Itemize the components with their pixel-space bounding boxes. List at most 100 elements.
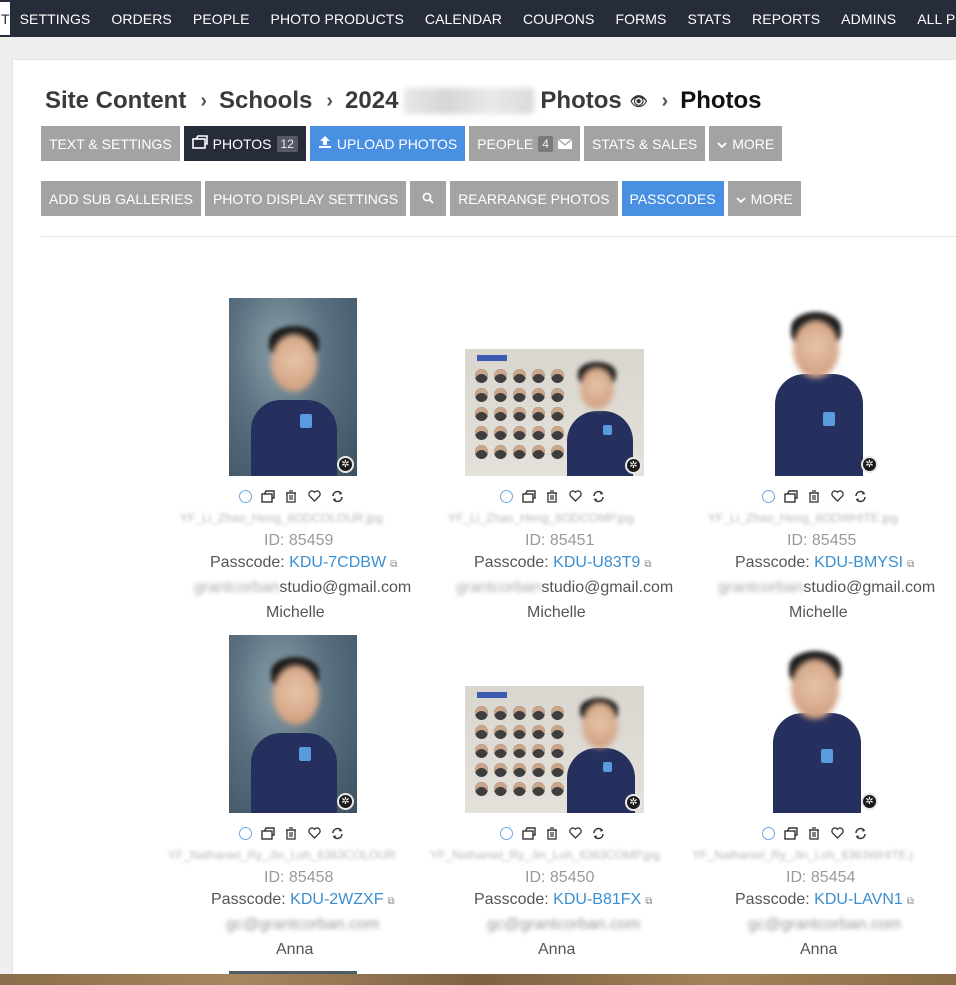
passcode-link[interactable]: KDU-BMYSI [814,554,903,571]
upload-photos-button[interactable]: UPLOAD PHOTOS [309,126,466,161]
photo-filename: YF_Li_Zhao_Heng_6ODCOMP.jpg [448,511,634,525]
chevron-right-icon: › [326,89,334,112]
select-radio[interactable] [239,826,252,840]
trash-icon[interactable] [807,489,821,503]
photos-icon[interactable] [261,489,275,503]
email-line: grantcorbanstudio@gmail.com [194,579,411,597]
heart-icon[interactable] [830,489,844,503]
external-link-icon[interactable]: ⧉ [390,559,397,570]
breadcrumb-year[interactable]: 2024 [345,87,398,115]
passcode-link[interactable]: KDU-7CDBW [289,554,386,571]
heart-icon[interactable] [307,489,321,503]
passcode-label: Passcode: [474,891,549,908]
nav-item-forms[interactable]: FORMS [615,11,666,27]
people-button[interactable]: PEOPLE 4 [469,126,580,161]
nav-item-people[interactable]: PEOPLE [193,11,250,27]
select-radio[interactable] [500,489,513,503]
heart-icon[interactable] [830,826,844,840]
photo-filename: YF_Nathaniel_Ry_Jin_Loh_6363COMP.jpg [430,848,660,862]
select-radio[interactable] [762,826,775,840]
breadcrumb-site-content[interactable]: Site Content [45,87,186,115]
external-link-icon[interactable]: ⧉ [907,896,914,907]
refresh-icon[interactable] [330,826,344,840]
refresh-icon[interactable] [591,826,605,840]
person-name: Michelle [266,604,325,621]
external-link-icon[interactable]: ⧉ [645,896,652,907]
photo-actions [762,489,867,503]
nav-item-current[interactable]: T [0,2,10,35]
passcode-label: Passcode: [735,891,810,908]
nav-item-coupons[interactable]: COUPONS [523,11,595,27]
trash-icon[interactable] [545,826,559,840]
select-radio[interactable] [762,489,775,503]
passcode-link[interactable]: KDU-LAVN1 [814,891,903,908]
photos-icon[interactable] [522,489,536,503]
nav-item-orders[interactable]: ORDERS [111,11,172,27]
passcode-link[interactable]: KDU-B81FX [553,891,641,908]
breadcrumb-schools[interactable]: Schools [219,87,312,115]
add-sub-galleries-button[interactable]: ADD SUB GALLERIES [41,181,201,216]
photos-icon[interactable] [261,826,275,840]
passcode-line: Passcode: KDU-LAVN1 ⧉ [735,891,914,909]
rearrange-photos-button[interactable]: REARRANGE PHOTOS [450,181,618,216]
photo-thumbnail[interactable]: ✲ [229,298,357,476]
photos-icon[interactable] [522,826,536,840]
stats-sales-label: STATS & SALES [591,135,698,152]
search-icon [422,191,434,207]
nav-item-calendar[interactable]: CALENDAR [425,11,502,27]
external-link-icon[interactable]: ⧉ [644,559,651,570]
photos-icon[interactable] [784,826,798,840]
nav-item-all-photos[interactable]: ALL PHOTOS [917,11,956,27]
photo-thumbnail[interactable]: ✲ [465,349,644,476]
text-settings-button[interactable]: TEXT & SETTINGS [41,126,180,161]
passcodes-label: PASSCODES [629,190,716,207]
photo-thumbnail[interactable]: ✲ [753,635,881,813]
nav-item-reports[interactable]: REPORTS [752,11,820,27]
more-dropdown-button[interactable]: MORE [709,126,783,161]
photo-thumbnail[interactable]: ✲ [753,298,881,476]
photo-thumbnail[interactable]: ✲ [229,635,357,813]
desktop-background [0,974,956,985]
redacted-email-prefix: grantcorban [718,579,804,596]
top-nav: T SETTINGS ORDERS PEOPLE PHOTO PRODUCTS … [0,0,956,37]
passcodes-button[interactable]: PASSCODES [621,181,724,216]
breadcrumb-gallery[interactable]: Photos [540,87,621,115]
trash-icon[interactable] [545,489,559,503]
select-radio[interactable] [239,489,252,503]
heart-icon[interactable] [307,826,321,840]
passcode-label: Passcode: [474,554,549,571]
refresh-icon[interactable] [853,489,867,503]
photos-button[interactable]: PHOTOS 12 [183,126,306,161]
refresh-icon[interactable] [591,489,605,503]
heart-icon[interactable] [568,489,582,503]
select-radio[interactable] [500,826,513,840]
chevron-right-icon: › [661,89,669,112]
envelope-icon [557,136,573,152]
eye-icon[interactable]: 👁 [630,93,648,110]
refresh-icon[interactable] [853,826,867,840]
aperture-icon: ✲ [337,456,354,473]
nav-item-settings[interactable]: SETTINGS [20,11,91,27]
nav-item-admins[interactable]: ADMINS [841,11,896,27]
refresh-icon[interactable] [330,489,344,503]
external-link-icon[interactable]: ⧉ [907,559,914,570]
photo-thumbnail[interactable]: ✲ [465,686,644,813]
nav-item-photo-products[interactable]: PHOTO PRODUCTS [271,11,404,27]
search-button[interactable] [410,181,447,216]
photo-display-settings-button[interactable]: PHOTO DISPLAY SETTINGS [204,181,407,216]
passcode-label: Passcode: [210,554,285,571]
photos-icon[interactable] [784,489,798,503]
passcode-link[interactable]: KDU-U83T9 [553,554,640,571]
trash-icon[interactable] [284,826,298,840]
stats-sales-button[interactable]: STATS & SALES [583,126,706,161]
more-dropdown-button-2[interactable]: MORE [727,181,801,216]
nav-item-stats[interactable]: STATS [688,11,732,27]
photo-filename: YF_Li_Zhao_Heng_6ODWHITE.jpg [708,511,899,525]
external-link-icon[interactable]: ⧉ [388,896,395,907]
heart-icon[interactable] [568,826,582,840]
passcode-link[interactable]: KDU-2WZXF [290,891,383,908]
passcode-label: Passcode: [735,554,810,571]
trash-icon[interactable] [807,826,821,840]
trash-icon[interactable] [284,489,298,503]
photo-actions [762,826,867,840]
